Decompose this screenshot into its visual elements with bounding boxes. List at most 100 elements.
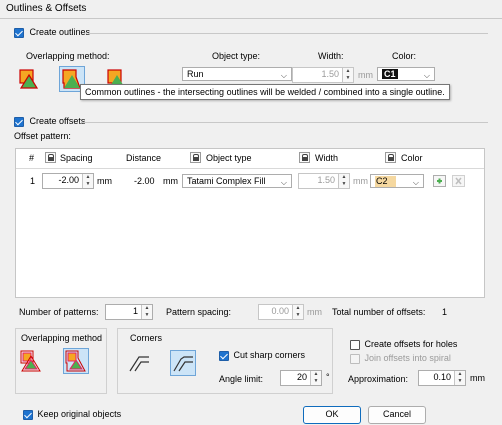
outline-width-value: 1.50 <box>321 69 339 79</box>
col-object-type: Object type <box>206 153 252 163</box>
outline-object-type-select[interactable]: Run ⌵ <box>182 67 292 81</box>
overlap-individual-button[interactable] <box>16 66 42 92</box>
cut-corner-icon <box>173 356 193 372</box>
outline-width-spin[interactable]: 1.50 ▲ ▼ <box>292 67 354 83</box>
offset-pattern-table: # Spacing Distance Object type Width Col… <box>15 148 485 298</box>
row-spacing-spin[interactable]: -2.00 ▲ ▼ <box>42 173 94 189</box>
total-offsets-value: 1 <box>442 307 448 317</box>
row-spacing-value: -2.00 <box>58 175 79 185</box>
angle-limit-value: 20 <box>296 372 307 382</box>
approximation-spin[interactable]: 0.10 ▲ ▼ <box>418 370 466 386</box>
cut-sharp-corners-checkbox[interactable]: Cut sharp corners <box>219 350 305 361</box>
outlines-divider <box>88 33 488 34</box>
col-color: Color <box>401 153 423 163</box>
width-lock-button[interactable] <box>299 152 310 164</box>
pattern-spacing-unit: mm <box>307 307 322 317</box>
join-offsets-spiral-checkbox[interactable]: Join offsets into spiral <box>350 353 451 364</box>
create-offsets-checkbox[interactable]: Create offsets <box>14 116 85 127</box>
checkbox-checked-icon <box>23 409 33 420</box>
outline-width-unit: mm <box>358 70 373 80</box>
join-offsets-spiral-label: Join offsets into spiral <box>364 353 451 363</box>
row-width-value: 1.50 <box>317 175 335 185</box>
lock-icon <box>45 152 56 164</box>
lock-icon <box>299 152 310 164</box>
object-type-lock-button[interactable] <box>190 152 201 164</box>
chevron-down-icon: ⌵ <box>280 71 287 80</box>
pattern-spacing-spin[interactable]: 0.00 ▲ ▼ <box>258 304 304 320</box>
ok-button[interactable]: OK <box>303 406 361 424</box>
spin-arrows-icon: ▲ ▼ <box>454 371 465 385</box>
offset-overlap-individual-icon <box>20 350 41 372</box>
corner-round-button[interactable] <box>126 350 152 376</box>
cancel-button[interactable]: Cancel <box>368 406 426 424</box>
offset-overlap-individual-button[interactable] <box>18 348 44 374</box>
table-row[interactable]: 1 -2.00 ▲ ▼ mm -2.00 mm Tatami Complex Fi… <box>16 171 484 191</box>
checkbox-unchecked-icon <box>350 339 360 350</box>
row-object-type-value: Tatami Complex Fill <box>187 176 266 186</box>
width-label: Width: <box>318 51 344 61</box>
row-distance-unit: mm <box>163 176 178 186</box>
delete-row-button[interactable] <box>452 175 465 187</box>
outline-color-value: C1 <box>382 69 398 79</box>
spin-arrows-icon: ▲ ▼ <box>338 174 349 188</box>
offset-overlap-common-icon <box>65 350 86 372</box>
overlapping-method-title: Overlapping method <box>21 333 103 343</box>
number-of-patterns-label: Number of patterns: <box>19 307 99 317</box>
checkbox-checked-icon <box>14 116 24 127</box>
spin-arrows-icon: ▲ ▼ <box>310 371 321 385</box>
delete-icon <box>455 177 462 185</box>
approximation-unit: mm <box>470 373 485 383</box>
offset-overlap-common-button[interactable] <box>63 348 89 374</box>
row-color-value: C2 <box>375 176 396 187</box>
overlap-individual-icon <box>19 69 39 89</box>
approximation-value: 0.10 <box>433 372 451 382</box>
title-divider <box>0 18 502 19</box>
object-type-label: Object type: <box>212 51 261 61</box>
row-spacing-unit: mm <box>97 176 112 186</box>
row-width-spin[interactable]: 1.50 ▲ ▼ <box>298 173 350 189</box>
row-width-unit: mm <box>353 176 368 186</box>
color-lock-button[interactable] <box>385 152 396 164</box>
corner-cut-button[interactable] <box>170 350 196 376</box>
chevron-down-icon: ⌵ <box>280 178 287 187</box>
add-pattern-icon <box>437 178 442 184</box>
col-spacing: Spacing <box>60 153 93 163</box>
row-num: 1 <box>30 176 36 186</box>
col-distance: Distance <box>126 153 162 163</box>
outline-object-type-value: Run <box>187 69 204 79</box>
keep-original-label: Keep original objects <box>37 409 122 419</box>
chevron-down-icon: ⌵ <box>423 71 430 80</box>
total-offsets-label: Total number of offsets: <box>332 307 426 317</box>
row-object-type-select[interactable]: Tatami Complex Fill ⌵ <box>182 174 292 188</box>
create-offsets-holes-checkbox[interactable]: Create offsets for holes <box>350 339 457 350</box>
create-offsets-holes-label: Create offsets for holes <box>364 339 458 349</box>
chevron-down-icon: ⌵ <box>412 178 419 187</box>
corners-title: Corners <box>130 333 163 343</box>
col-num: # <box>29 153 35 163</box>
lock-icon <box>385 152 396 164</box>
keep-original-checkbox[interactable]: Keep original objects <box>23 409 121 420</box>
col-width: Width <box>315 153 339 163</box>
create-outlines-label: Create outlines <box>29 27 91 37</box>
angle-limit-unit: ° <box>326 372 330 382</box>
approximation-label: Approximation: <box>348 374 409 384</box>
table-header: # Spacing Distance Object type Width Col… <box>16 149 484 169</box>
row-color-select[interactable]: C2 ⌵ <box>370 174 424 188</box>
create-outlines-checkbox[interactable]: Create outlines <box>14 27 90 38</box>
checkbox-disabled-icon <box>350 353 360 364</box>
overlap-method-label: Overlapping method: <box>26 51 110 61</box>
lock-icon <box>190 152 201 164</box>
pattern-spacing-value: 0.00 <box>271 306 289 316</box>
window-title: Outlines & Offsets <box>6 3 87 14</box>
add-row-button[interactable] <box>433 175 446 187</box>
number-of-patterns-spin[interactable]: 1 ▲ ▼ <box>105 304 153 320</box>
checkbox-checked-icon <box>14 27 24 38</box>
offset-pattern-label: Offset pattern: <box>14 131 71 141</box>
spacing-lock-button[interactable] <box>45 152 56 164</box>
spin-arrows-icon: ▲ ▼ <box>342 68 353 82</box>
sharp-corner-icon <box>129 356 149 372</box>
outline-color-select[interactable]: C1 ⌵ <box>377 67 435 81</box>
spin-arrows-icon: ▲ ▼ <box>82 174 93 188</box>
offsets-divider <box>82 122 488 123</box>
angle-limit-spin[interactable]: 20 ▲ ▼ <box>280 370 322 386</box>
